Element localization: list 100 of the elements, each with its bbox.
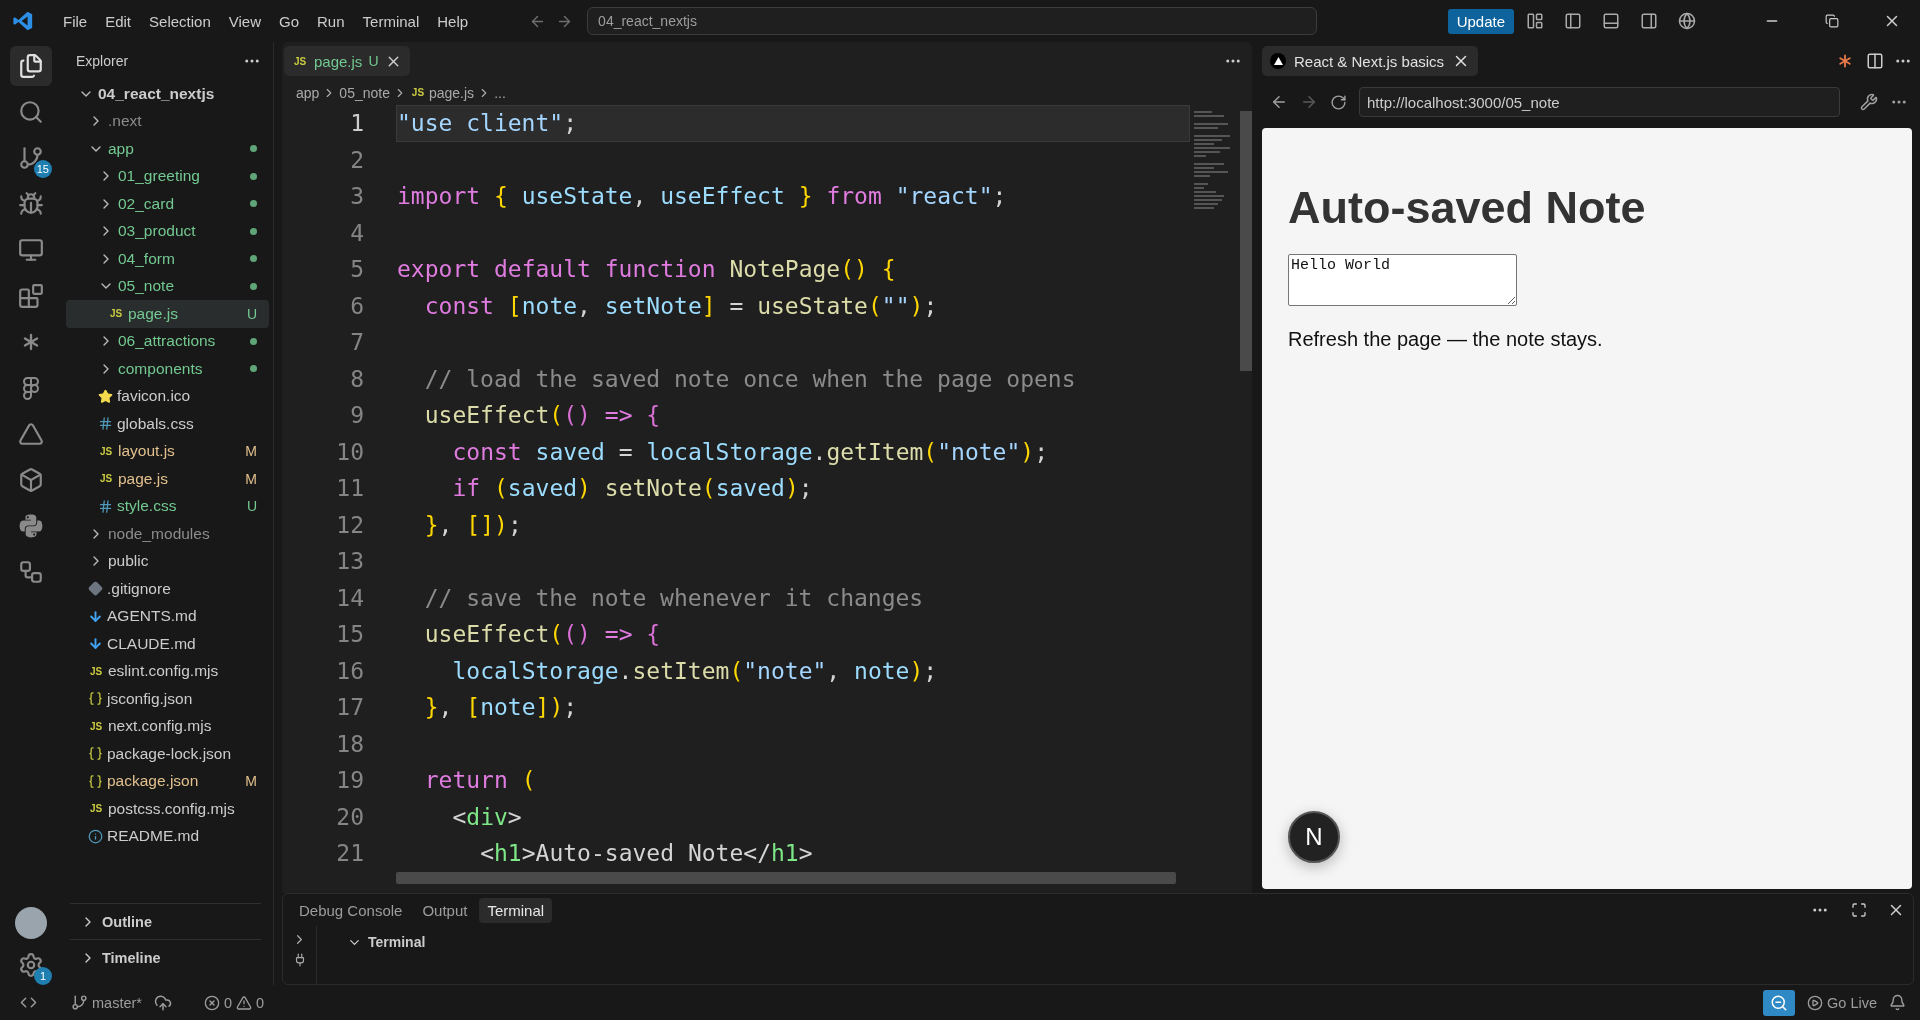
play-circle-icon[interactable]: [1807, 994, 1823, 1011]
tree-item[interactable]: favicon.ico: [66, 382, 269, 410]
cloud-upload-icon[interactable]: [153, 993, 172, 1012]
tree-item[interactable]: AGENTS.md: [66, 602, 269, 630]
panel-bottom-icon[interactable]: [1602, 12, 1620, 30]
horizontal-scrollbar[interactable]: [396, 871, 1176, 884]
tree-item[interactable]: style.css U: [66, 492, 269, 520]
error-icon[interactable]: [203, 994, 220, 1011]
line-number: 19: [335, 767, 364, 794]
url-field[interactable]: http://localhost:3000/05_note: [1359, 87, 1840, 117]
error-count[interactable]: 0: [223, 994, 233, 1011]
dev-tools-button[interactable]: N: [1288, 811, 1340, 863]
menu-item[interactable]: Go: [272, 8, 306, 34]
line-number: 14: [335, 584, 364, 611]
devtools-icon[interactable]: [1860, 93, 1878, 111]
reload-icon[interactable]: [1330, 93, 1347, 111]
update-button[interactable]: Update: [1447, 8, 1514, 34]
bell-icon[interactable]: [1889, 994, 1906, 1011]
git-status-letter: M: [245, 773, 257, 790]
tree-item[interactable]: JS next.config.mjs: [66, 712, 269, 740]
breadcrumb-item[interactable]: app: [296, 84, 320, 101]
tree-item[interactable]: JS page.js M: [66, 465, 269, 493]
tree-item[interactable]: 03_product: [66, 217, 269, 245]
split-icon[interactable]: [1866, 52, 1884, 70]
menu-item[interactable]: File: [56, 8, 95, 34]
line-number: 3: [349, 183, 364, 210]
breadcrumb-item[interactable]: 05_note: [339, 84, 390, 101]
terminal-section-header[interactable]: Terminal: [317, 926, 426, 952]
go-live-button[interactable]: Go Live: [1827, 994, 1877, 1011]
warning-icon[interactable]: [236, 994, 253, 1011]
tree-item[interactable]: .next: [66, 107, 269, 135]
section-title: Timeline: [102, 949, 161, 966]
breadcrumb-item[interactable]: ...: [494, 84, 506, 101]
tree-item[interactable]: app: [66, 135, 269, 163]
tree-item[interactable]: node_modules: [66, 520, 269, 548]
tree-item[interactable]: JS layout.js M: [66, 437, 269, 465]
avatar[interactable]: [15, 907, 47, 939]
down-arrow-icon: [88, 608, 103, 624]
vertical-scrollbar[interactable]: [1240, 111, 1252, 371]
menu-item[interactable]: Help: [430, 8, 476, 34]
warning-count[interactable]: 0: [256, 994, 265, 1011]
zoom-out-button[interactable]: [1763, 989, 1795, 1016]
file-type-label: JS: [88, 720, 104, 732]
tree-item[interactable]: CLAUDE.md: [66, 630, 269, 658]
down-arrow-icon: [88, 636, 103, 652]
tree-item[interactable]: JS eslint.config.mjs: [66, 657, 269, 685]
section-header[interactable]: Timeline: [70, 939, 261, 975]
panel-left-icon[interactable]: [1564, 12, 1582, 30]
tree-item[interactable]: package-lock.json: [66, 740, 269, 768]
zoom-out-icon[interactable]: [1770, 993, 1788, 1012]
line-number: 13: [335, 548, 364, 575]
code-line: // load the saved note once when the page opens: [423, 364, 1077, 394]
tree-item[interactable]: public: [66, 547, 269, 575]
layout-icon[interactable]: [1526, 12, 1544, 30]
note-textarea[interactable]: Hello World: [1288, 254, 1517, 306]
panel-right-icon[interactable]: [1640, 12, 1658, 30]
files-icon[interactable]: [10, 46, 52, 86]
globe-icon[interactable]: [1678, 12, 1696, 30]
git-status-letter: U: [246, 498, 257, 515]
menu-item[interactable]: Terminal: [355, 8, 427, 34]
page-text: Refresh the page — the note stays.: [1288, 328, 1603, 351]
tree-item[interactable]: 05_note: [66, 272, 269, 300]
breadcrumb-item[interactable]: page.js: [428, 84, 475, 101]
line-number: 2: [349, 146, 364, 173]
panel-tab[interactable]: Output: [414, 897, 476, 923]
tree-item[interactable]: 01_greeting: [66, 162, 269, 190]
tree-item[interactable]: .gitignore: [66, 575, 269, 603]
settings-icon[interactable]: [18, 952, 44, 978]
code-line: }, [note]);: [423, 693, 579, 723]
tree-item[interactable]: jsconfig.json: [66, 685, 269, 713]
tree-item[interactable]: 04_react_nextjs: [66, 80, 269, 108]
notification-count: 15: [33, 160, 52, 178]
section-header[interactable]: Outline: [70, 903, 261, 939]
tree-item[interactable]: README.md: [66, 822, 269, 850]
tree-item[interactable]: JS page.js U: [66, 300, 269, 328]
menu-item[interactable]: Run: [310, 8, 352, 34]
code-line: }, []);: [423, 510, 523, 540]
panel-tab[interactable]: Terminal: [479, 897, 553, 923]
sidebar-title: Explorer: [76, 53, 129, 69]
tree-item[interactable]: 06_attractions: [66, 327, 269, 355]
maximize-icon[interactable]: [1851, 902, 1867, 918]
menu-item[interactable]: Edit: [98, 8, 139, 34]
menu-item[interactable]: View: [221, 8, 268, 34]
tree-item[interactable]: globals.css: [66, 410, 269, 438]
git-status-letter: M: [245, 443, 257, 460]
tree-item[interactable]: JS postcss.config.mjs: [66, 795, 269, 823]
line-number: 10: [335, 438, 364, 465]
branch-icon[interactable]: [71, 994, 88, 1011]
browser-tab[interactable]: React & Next.js basics: [1262, 46, 1479, 76]
branch-name[interactable]: master*: [92, 994, 142, 1011]
tree-item[interactable]: 04_form: [66, 245, 269, 273]
notification-count: 1: [34, 967, 52, 985]
tree-item[interactable]: components: [66, 355, 269, 383]
menu-item[interactable]: Selection: [142, 8, 218, 34]
tree-item[interactable]: 02_card: [66, 190, 269, 218]
tree-item[interactable]: package.json M: [66, 767, 269, 795]
line-number: 1: [349, 110, 364, 137]
panel-tab[interactable]: Debug Console: [291, 897, 411, 923]
command-center-field[interactable]: 04_react_nextjs: [587, 7, 1318, 35]
editor-tab[interactable]: JS page.js U: [284, 46, 410, 76]
